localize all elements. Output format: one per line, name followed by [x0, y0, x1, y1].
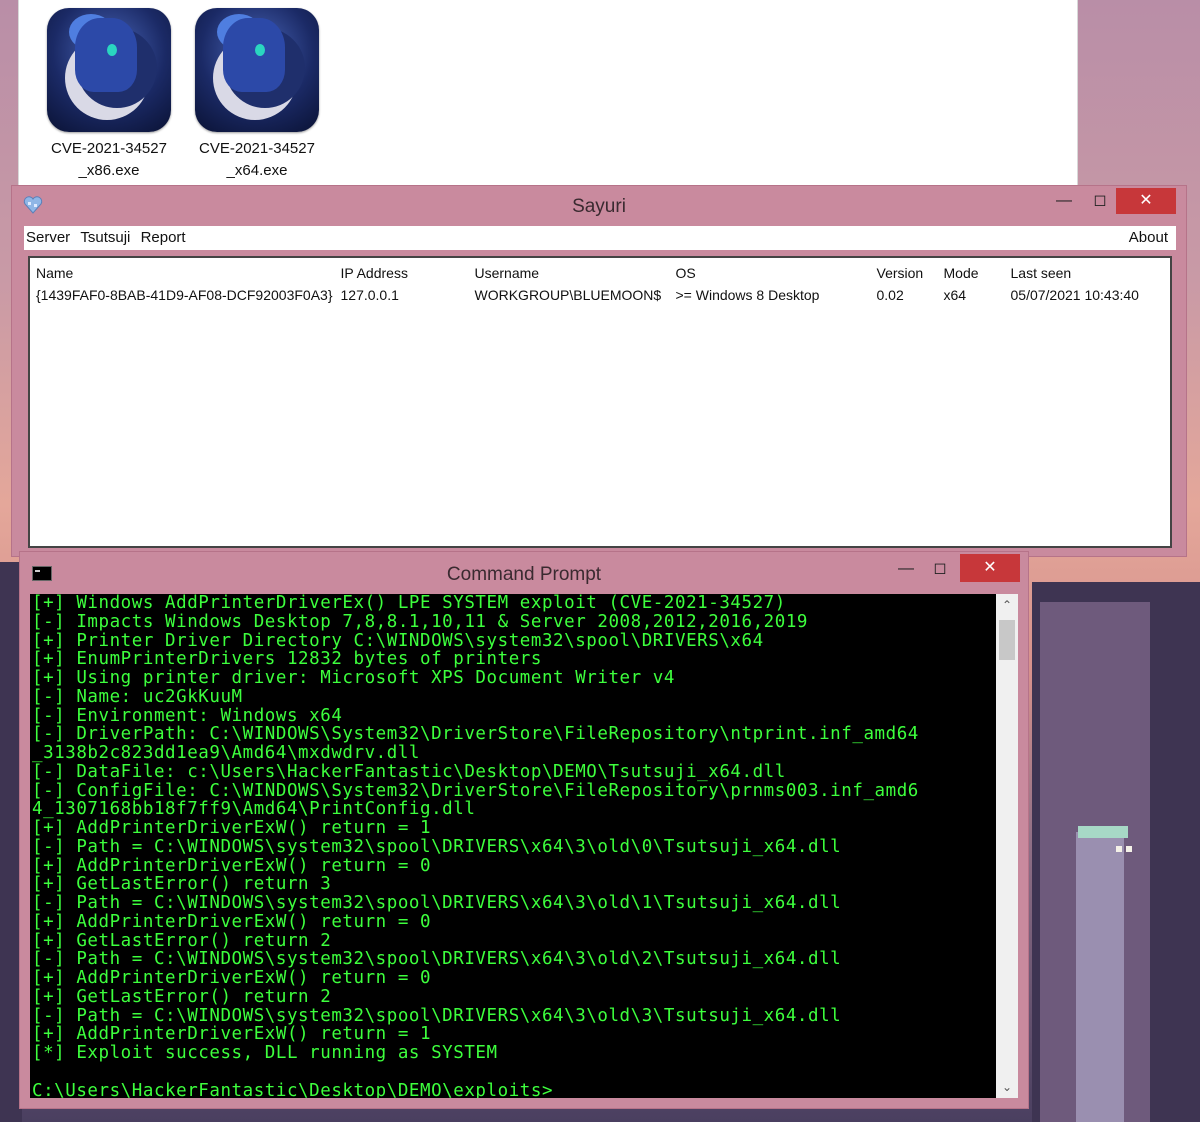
console-line: [-] Path = C:\WINDOWS\system32\spool\DRI…	[32, 836, 842, 857]
column-header[interactable]: Last seen	[1007, 262, 1143, 284]
console-line: C:\Users\HackerFantastic\Desktop\DEMO\ex…	[32, 1080, 554, 1098]
close-icon: ✕	[1139, 192, 1153, 209]
menu-bar: Server Tsutsuji Report About	[24, 226, 1176, 250]
column-header[interactable]: IP Address	[337, 262, 471, 284]
console-line: [+] AddPrinterDriverExW() return = 1	[32, 1024, 432, 1045]
console-line: [+] AddPrinterDriverExW() return = 0	[32, 855, 432, 876]
file-label-line1: CVE-2021-34527	[51, 140, 167, 157]
menu-tsutsuji[interactable]: Tsutsuji	[78, 226, 134, 246]
console-line: [+] Windows AddPrinterDriverEx() LPE SYS…	[32, 594, 786, 613]
console-line: 4_1307168bb18f7ff9\Amd64\PrintConfig.dll	[32, 799, 476, 820]
chevron-up-icon[interactable]: ⌃	[996, 594, 1018, 616]
close-button[interactable]: ✕	[960, 554, 1020, 582]
menu-server[interactable]: Server	[24, 226, 74, 246]
clients-table: Name IP Address Username OS Version Mode…	[32, 262, 1143, 306]
file-label-line1: CVE-2021-34527	[199, 140, 315, 157]
console-line: [+] GetLastError() return 3	[32, 874, 332, 895]
table-row[interactable]: {1439FAF0-8BAB-41D9-AF08-DCF92003F0A3} 1…	[32, 284, 1143, 306]
cell-mode: x64	[943, 287, 967, 303]
console-line: [+] AddPrinterDriverExW() return = 1	[32, 818, 432, 838]
menu-report[interactable]: Report	[139, 226, 190, 246]
title-bar[interactable]: Sayuri — ◻ ✕	[12, 186, 1186, 226]
chevron-down-icon[interactable]: ⌄	[996, 1076, 1018, 1098]
scroll-thumb[interactable]	[999, 620, 1015, 660]
column-header[interactable]: OS	[672, 262, 873, 284]
file-cve-x86[interactable]: CVE-2021-34527 _x86.exe	[35, 8, 183, 182]
file-cve-x64[interactable]: CVE-2021-34527 _x64.exe	[183, 8, 331, 182]
console-line: [-] Name: uc2GkKuuM	[32, 686, 243, 707]
console-line: [+] EnumPrinterDrivers 12832 bytes of pr…	[32, 649, 542, 670]
console-line: [+] Printer Driver Directory C:\WINDOWS\…	[32, 630, 764, 651]
console-line: [-] DriverPath: C:\WINDOWS\System32\Driv…	[32, 724, 919, 745]
column-header[interactable]: Version	[873, 262, 940, 284]
luna-app-icon	[195, 8, 319, 132]
console-line: [*] Exploit success, DLL running as SYST…	[32, 1043, 498, 1063]
file-explorer-window: CVE-2021-34527 _x86.exe CVE-2021-34527 _…	[18, 0, 1078, 200]
close-button[interactable]: ✕	[1116, 188, 1176, 214]
console-line: [+] GetLastError() return 2	[32, 930, 332, 951]
column-header[interactable]: Name	[32, 262, 337, 284]
cell-last-seen: 05/07/2021 10:43:40	[1010, 287, 1139, 303]
maximize-button[interactable]: ◻	[918, 556, 962, 582]
title-bar[interactable]: Command Prompt — ◻ ✕	[20, 552, 1028, 592]
menu-about[interactable]: About	[1127, 226, 1172, 246]
file-label-line2: _x64.exe	[226, 162, 288, 179]
sayuri-window: Sayuri — ◻ ✕ Server Tsutsuji Report Abou…	[12, 186, 1186, 556]
maximize-icon: ◻	[933, 560, 947, 577]
console-line: [-] Path = C:\WINDOWS\system32\spool\DRI…	[32, 1005, 842, 1026]
console-line: [-] Path = C:\WINDOWS\system32\spool\DRI…	[32, 893, 842, 913]
cell-version: 0.02	[876, 287, 904, 303]
minimize-icon: —	[1056, 192, 1072, 209]
console-line: _3138b2c823dd1ea9\Amd64\mxdwdrv.dll	[32, 743, 421, 763]
table-header: Name IP Address Username OS Version Mode…	[32, 262, 1143, 284]
cell-os: >= Windows 8 Desktop	[675, 287, 820, 303]
console-line: [+] GetLastError() return 2	[32, 986, 332, 1007]
window-title: Sayuri	[572, 196, 626, 217]
cell-username: WORKGROUP\BLUEMOON$	[474, 287, 662, 303]
console-line: [+] AddPrinterDriverExW() return = 0	[32, 911, 432, 932]
maximize-icon: ◻	[1093, 192, 1107, 209]
vertical-scrollbar[interactable]: ⌃ ⌄	[996, 594, 1018, 1098]
minimize-icon: —	[898, 560, 914, 577]
console-line: [-] Path = C:\WINDOWS\system32\spool\DRI…	[32, 949, 842, 970]
console-line: [-] Impacts Windows Desktop 7,8,8.1,10,1…	[32, 611, 809, 632]
console-line: [-] DataFile: c:\Users\HackerFantastic\D…	[32, 761, 786, 782]
console-line: [+] Using printer driver: Microsoft XPS …	[32, 668, 675, 688]
cell-name: {1439FAF0-8BAB-41D9-AF08-DCF92003F0A3}	[36, 287, 333, 303]
console-line: [-] ConfigFile: C:\WINDOWS\System32\Driv…	[32, 780, 919, 801]
close-icon: ✕	[983, 559, 997, 576]
console-output[interactable]: [+] Windows AddPrinterDriverEx() LPE SYS…	[30, 594, 996, 1098]
console-line: [-] Environment: Windows x64	[32, 705, 343, 726]
window-title: Command Prompt	[446, 564, 602, 585]
cell-ip: 127.0.0.1	[340, 287, 399, 303]
column-header[interactable]: Username	[471, 262, 672, 284]
column-header[interactable]: Mode	[940, 262, 1007, 284]
command-prompt-window: Command Prompt — ◻ ✕ [+] Windows AddPrin…	[20, 552, 1028, 1108]
clients-list[interactable]: Name IP Address Username OS Version Mode…	[28, 256, 1172, 548]
file-label-line2: _x86.exe	[78, 162, 140, 179]
console-text: [+] Windows AddPrinterDriverEx() LPE SYS…	[30, 594, 996, 1098]
console-line: [+] AddPrinterDriverExW() return = 0	[32, 968, 432, 988]
luna-app-icon	[47, 8, 171, 132]
